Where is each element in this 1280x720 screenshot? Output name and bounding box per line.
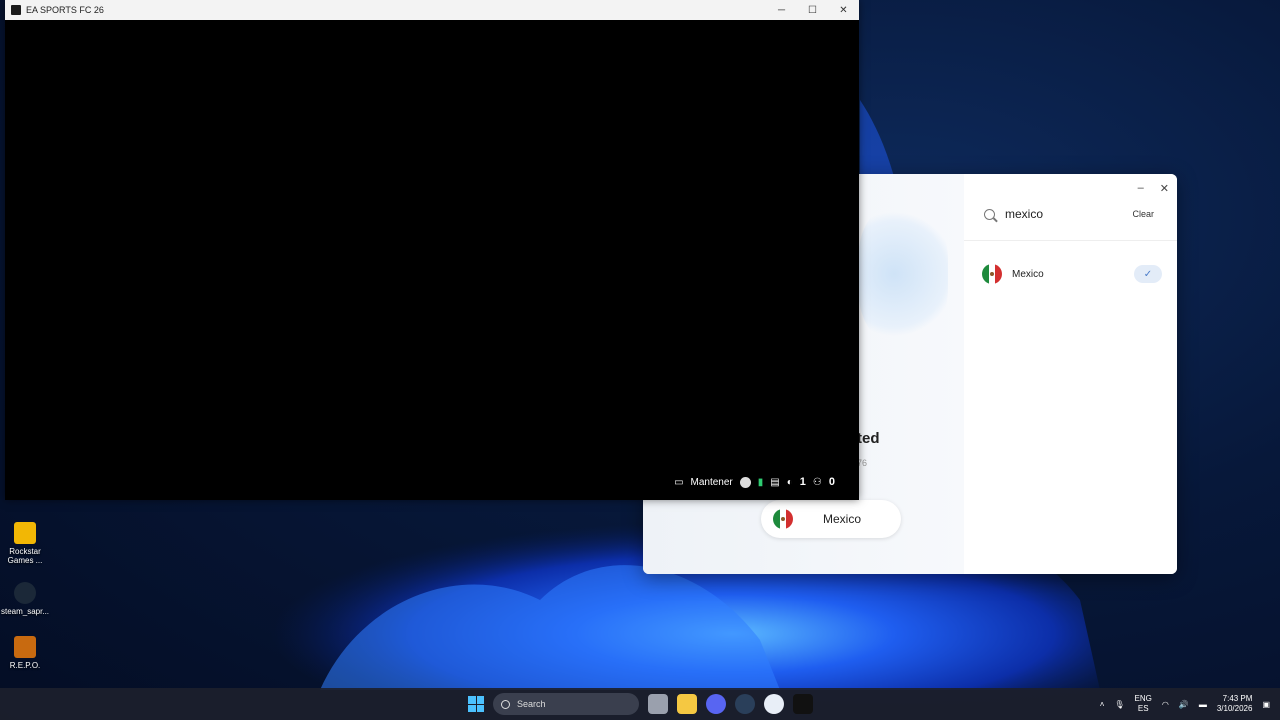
location-search-panel: – ✕ mexico Clear Mexico ✓ [964, 174, 1177, 574]
hold-label: Mantener [690, 476, 733, 488]
signal-icon: ▮ [757, 476, 764, 488]
count-a: 1 [799, 476, 806, 488]
performance-icon [739, 476, 751, 488]
repo-icon [14, 636, 36, 658]
steam-taskbar-icon[interactable] [735, 694, 755, 714]
discord-icon[interactable] [706, 694, 726, 714]
ea-app-icon [11, 5, 21, 15]
desktop-icon-repo[interactable]: R.E.P.O. [0, 636, 50, 670]
taskbar-search-label: Search [517, 699, 546, 709]
language-top: ENG [1134, 694, 1152, 703]
window-title: EA SPORTS FC 26 [26, 5, 104, 15]
taskbar: Search ˄ 🎙 ENG ES ◠ 🔊 ▬ 7:43 PM 3/10/202… [0, 688, 1280, 720]
game-overlay-bar: ▭ Mantener ▮ ▤ ◐ 1 ⚇ 0 [674, 476, 835, 488]
players-icon: ⚇ [812, 476, 822, 488]
minimize-button[interactable]: ─ [766, 0, 797, 20]
game-window: EA SPORTS FC 26 ─ ☐ ✕ ▭ Mantener ▮ ▤ ◐ 1… [5, 0, 859, 500]
location-button[interactable]: Mexico [761, 500, 901, 538]
file-explorer-icon[interactable] [677, 694, 697, 714]
camera-icon: ▭ [674, 476, 684, 488]
checkmark-icon[interactable]: ✓ [1134, 265, 1162, 283]
desktop-icon-rockstar[interactable]: Rockstar Games ... [0, 522, 50, 565]
clear-button[interactable]: Clear [1127, 206, 1159, 222]
location-result-item[interactable]: Mexico ✓ [982, 264, 1162, 284]
volume-icon[interactable]: 🔊 [1179, 700, 1189, 709]
location-search-input[interactable]: mexico Clear [984, 206, 1159, 222]
clock[interactable]: 7:43 PM 3/10/2026 [1217, 694, 1253, 714]
audio-icon: ◐ [786, 476, 793, 488]
vpn-close-button[interactable]: ✕ [1160, 182, 1169, 195]
mexico-flag-icon [773, 509, 793, 529]
desktop-icon-label: Rockstar Games ... [7, 547, 43, 565]
game-titlebar: EA SPORTS FC 26 ─ ☐ ✕ [5, 0, 859, 20]
close-button[interactable]: ✕ [828, 0, 859, 20]
desktop-icon-steam[interactable]: steam_sapr... [0, 582, 50, 616]
browser-icon[interactable] [764, 694, 784, 714]
notification-icon[interactable]: ▣ [1262, 700, 1270, 709]
search-value: mexico [1005, 207, 1044, 221]
location-label: Mexico [823, 512, 862, 526]
language-indicator[interactable]: ENG ES [1135, 694, 1152, 714]
search-icon [984, 208, 995, 220]
location-result-label: Mexico [1012, 268, 1044, 280]
steam-icon [14, 582, 36, 604]
chat-icon: ▤ [770, 476, 780, 488]
wifi-icon[interactable]: ◠ [1162, 700, 1169, 709]
search-icon [501, 699, 510, 709]
divider [964, 240, 1177, 241]
vpn-shield-graphic [858, 204, 948, 344]
rockstar-icon [14, 522, 36, 544]
count-b: 0 [828, 476, 835, 488]
desktop-icon-label: R.E.P.O. [9, 661, 41, 670]
language-bottom: ES [1137, 704, 1149, 713]
ea-fc-taskbar-icon[interactable] [793, 694, 813, 714]
maximize-button[interactable]: ☐ [797, 0, 828, 20]
connection-status: ted [857, 430, 880, 447]
taskbar-search[interactable]: Search [493, 693, 639, 715]
chevron-up-icon[interactable]: ˄ [1100, 700, 1105, 709]
battery-icon[interactable]: ▬ [1199, 700, 1207, 709]
vpn-minimize-button[interactable]: – [1138, 182, 1144, 195]
desktop-icon-label: steam_sapr... [0, 607, 50, 616]
task-view-icon[interactable] [648, 694, 668, 714]
mexico-flag-icon [982, 264, 1002, 284]
microphone-icon[interactable]: 🎙 [1114, 700, 1124, 709]
clock-date: 3/10/2026 [1216, 704, 1253, 713]
windows-start-icon[interactable] [468, 696, 484, 712]
clock-time: 7:43 PM [1222, 694, 1253, 703]
